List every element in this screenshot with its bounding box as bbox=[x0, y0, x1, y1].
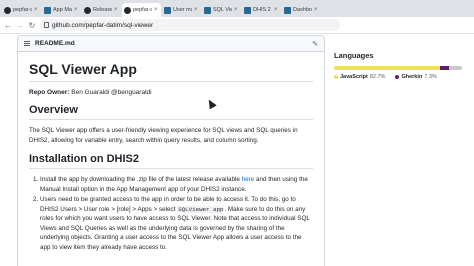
back-icon[interactable]: ← bbox=[4, 21, 12, 30]
repo-owner-label: Repo Owner: bbox=[29, 89, 70, 96]
overview-text: The SQL Viewer app offers a user-friendl… bbox=[29, 127, 298, 144]
repo-sidebar: Languages JavaScript 82.7% Gherkin 7.3% bbox=[334, 35, 474, 266]
close-tab-icon[interactable]: × bbox=[314, 7, 319, 13]
browser-tab[interactable]: Dashboar× bbox=[282, 3, 321, 17]
browser-tab-label: User man bbox=[173, 7, 192, 13]
languages-list: JavaScript 82.7% Gherkin 7.3% bbox=[334, 74, 474, 80]
browser-tab[interactable]: SQL View× bbox=[202, 3, 241, 17]
readme-filename: README.md bbox=[35, 40, 75, 47]
lock-icon bbox=[44, 22, 49, 28]
readme-title: SQL Viewer App bbox=[29, 61, 313, 82]
close-tab-icon[interactable]: × bbox=[274, 7, 279, 13]
close-tab-icon[interactable]: × bbox=[74, 7, 79, 13]
install-steps: Install the app by downloading the .zip … bbox=[29, 175, 313, 252]
readme-body: SQL Viewer App Repo Owner: Ben Guaraldi … bbox=[18, 52, 324, 252]
languages-bar bbox=[334, 66, 462, 70]
overview-heading: Overview bbox=[29, 104, 313, 120]
language-color-dot bbox=[334, 75, 338, 79]
close-tab-icon[interactable]: × bbox=[114, 7, 119, 13]
browser-toolbar: ← → ↻ github.com/pepfar-datim/sql-viewer bbox=[0, 17, 474, 34]
close-tab-icon[interactable]: × bbox=[34, 7, 39, 13]
install-heading: Installation on DHIS2 bbox=[29, 153, 313, 169]
language-javascript[interactable]: JavaScript 82.7% bbox=[334, 74, 385, 80]
github-icon bbox=[84, 6, 91, 14]
forward-icon[interactable]: → bbox=[16, 21, 24, 30]
readme-panel: README.md ✎ SQL Viewer App Repo Owner: B… bbox=[17, 35, 325, 266]
close-tab-icon[interactable]: × bbox=[234, 7, 239, 13]
dhis2-icon bbox=[44, 6, 51, 14]
github-icon bbox=[4, 6, 11, 14]
step-1-text: Install the app by downloading the .zip … bbox=[40, 176, 242, 183]
browser-tab-strip: pepfar-d×App Mana×Releases×pepfar-da×Use… bbox=[0, 0, 474, 17]
close-tab-icon[interactable]: × bbox=[154, 7, 159, 13]
language-gherkin[interactable]: Gherkin 7.3% bbox=[395, 74, 437, 80]
url-text: github.com/pepfar-datim/sql-viewer bbox=[52, 21, 154, 29]
pencil-icon[interactable]: ✎ bbox=[312, 40, 318, 48]
github-icon bbox=[124, 6, 131, 14]
dhis2-icon bbox=[204, 6, 211, 14]
browser-tab[interactable]: DHIS 2 M× bbox=[242, 3, 281, 17]
language-color-dot bbox=[395, 75, 400, 79]
language-bar-segment bbox=[439, 66, 450, 70]
browser-tab[interactable]: User man× bbox=[162, 3, 201, 17]
language-percent: 82.7% bbox=[369, 74, 386, 80]
browser-tab[interactable]: pepfar-d × bbox=[2, 3, 41, 17]
language-name: Gherkin bbox=[401, 74, 423, 80]
readme-header: README.md ✎ bbox=[18, 36, 324, 52]
close-tab-icon[interactable]: × bbox=[194, 7, 199, 13]
browser-tab-label: Dashboar bbox=[293, 7, 312, 13]
language-bar-segment bbox=[334, 66, 440, 70]
repo-owner-value: Ben Guaraldi @benguaraldi bbox=[71, 89, 152, 96]
browser-tab-label: DHIS 2 M bbox=[253, 7, 272, 13]
browser-tab-label: pepfar-da bbox=[133, 7, 152, 13]
list-icon[interactable] bbox=[24, 41, 30, 46]
browser-tab[interactable]: App Mana× bbox=[42, 3, 81, 17]
reload-icon[interactable]: ↻ bbox=[28, 21, 36, 30]
browser-tab-label: Releases bbox=[93, 7, 112, 13]
address-bar[interactable]: github.com/pepfar-datim/sql-viewer bbox=[40, 19, 340, 31]
download-link[interactable]: here bbox=[242, 176, 255, 183]
language-percent: 7.3% bbox=[424, 74, 437, 80]
dhis2-icon bbox=[244, 6, 251, 14]
language-bar-segment bbox=[449, 66, 462, 70]
language-name: JavaScript bbox=[340, 74, 368, 80]
install-step-2: Users need to be granted access to the a… bbox=[40, 195, 313, 252]
browser-tab-label: App Mana bbox=[53, 7, 72, 13]
install-step-1: Install the app by downloading the .zip … bbox=[40, 175, 313, 194]
browser-tab-label: pepfar-d bbox=[13, 7, 32, 13]
browser-tab-label: SQL View bbox=[213, 7, 232, 13]
browser-tab[interactable]: pepfar-da× bbox=[122, 3, 161, 17]
app-code: SQLViewer app bbox=[177, 205, 225, 213]
browser-tab[interactable]: Releases× bbox=[82, 3, 121, 17]
dhis2-icon bbox=[284, 6, 291, 14]
languages-title: Languages bbox=[334, 51, 374, 60]
dhis2-icon bbox=[164, 6, 171, 14]
repo-owner: Repo Owner: Ben Guaraldi @benguaraldi bbox=[29, 89, 313, 96]
